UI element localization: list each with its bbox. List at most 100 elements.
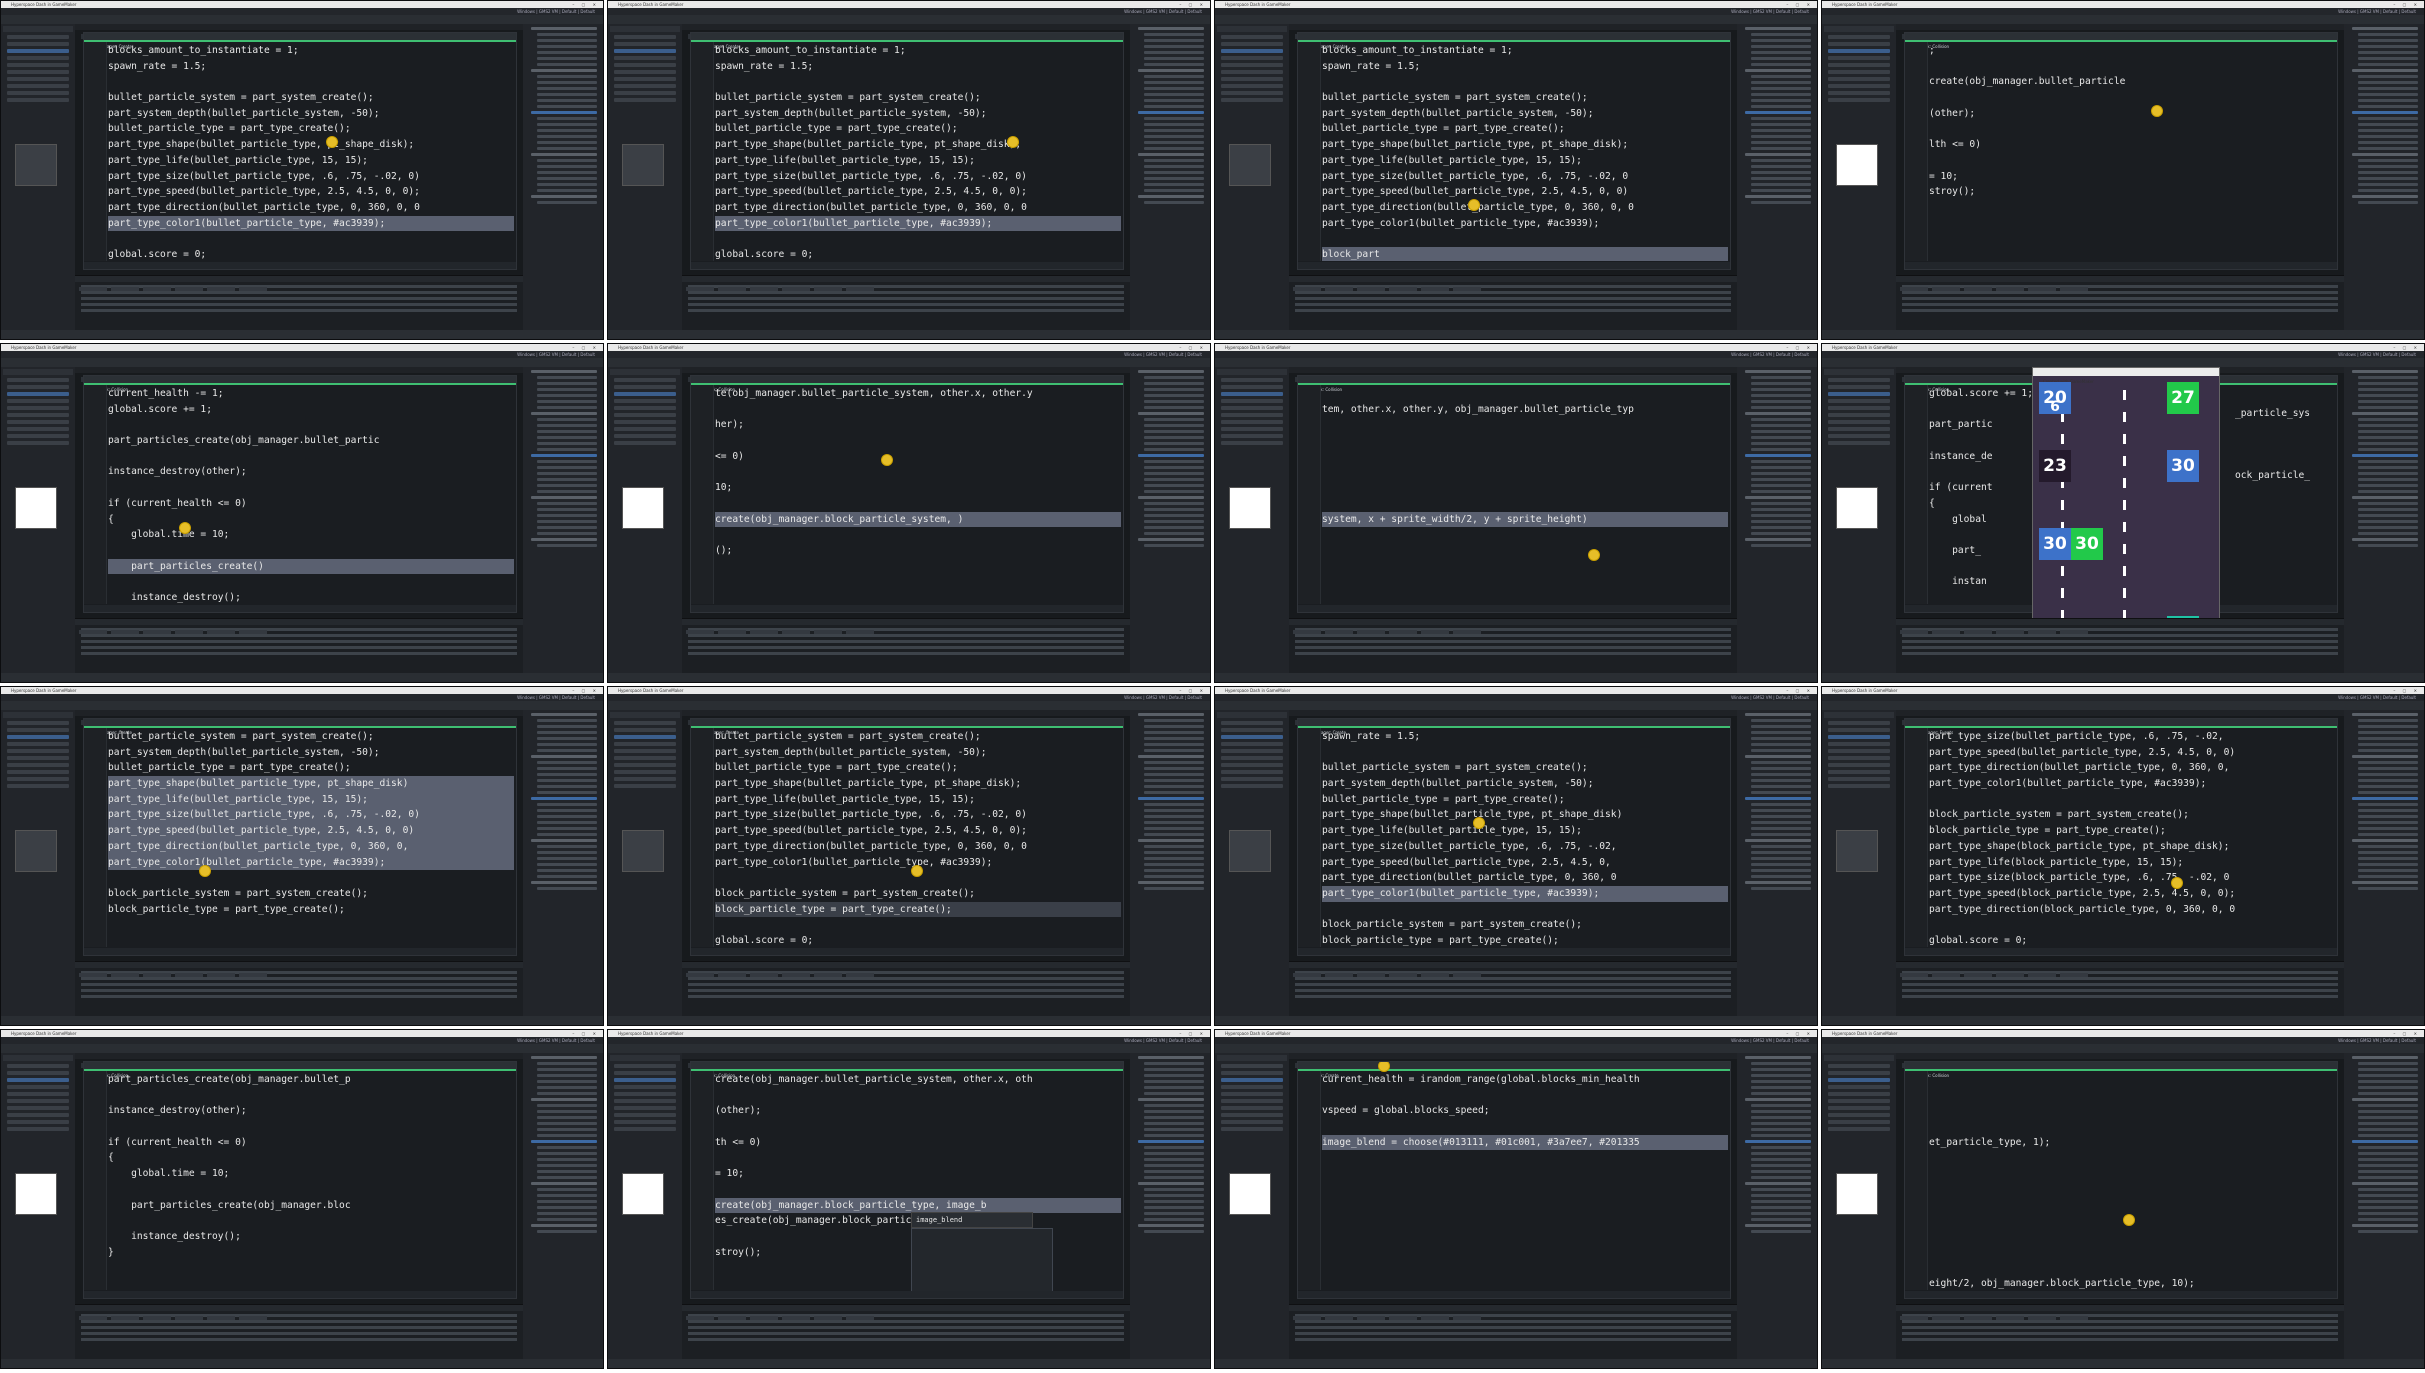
output-tab[interactable]	[1389, 630, 1417, 634]
inspector-row[interactable]	[7, 1106, 69, 1110]
asset-item[interactable]	[1144, 478, 1204, 481]
asset-item[interactable]	[1751, 165, 1811, 168]
asset-item[interactable]	[1144, 875, 1204, 878]
output-tab[interactable]	[143, 1316, 171, 1320]
inspector-row[interactable]	[1221, 378, 1283, 382]
asset-folder[interactable]	[1138, 111, 1204, 114]
asset-item[interactable]	[2358, 99, 2418, 102]
asset-folder[interactable]	[531, 1098, 597, 1101]
asset-item[interactable]	[2358, 87, 2418, 90]
asset-item[interactable]	[1751, 75, 1811, 78]
code-line[interactable]: 10stroy();	[1929, 184, 2335, 200]
inspector-row[interactable]	[614, 1078, 676, 1082]
output-tab[interactable]	[718, 1316, 746, 1320]
asset-item[interactable]	[1751, 875, 1811, 878]
code-line[interactable]: 12bullet_particle_type = part_type_creat…	[108, 121, 514, 137]
asset-item[interactable]	[1144, 544, 1204, 547]
asset-item[interactable]	[2358, 815, 2418, 818]
asset-item[interactable]	[2358, 785, 2418, 788]
asset-item[interactable]	[1751, 731, 1811, 734]
output-tab[interactable]	[782, 1316, 810, 1320]
inspector-row[interactable]	[614, 49, 676, 53]
inspector-row[interactable]	[1221, 392, 1283, 396]
code-line[interactable]: 16();	[715, 543, 1121, 559]
asset-folder[interactable]	[1138, 881, 1204, 884]
asset-item[interactable]	[1144, 779, 1204, 782]
output-tab[interactable]	[79, 630, 107, 634]
asset-item[interactable]	[2358, 1104, 2418, 1107]
asset-item[interactable]	[537, 33, 597, 36]
asset-item[interactable]	[537, 779, 597, 782]
asset-item[interactable]	[537, 424, 597, 427]
asset-folder[interactable]	[531, 454, 597, 457]
target-selector[interactable]: Windows | GMS2 VM | Default | Default	[1124, 1037, 1202, 1044]
editor-tab[interactable]: obj_block: Collision	[691, 376, 1123, 392]
asset-folder[interactable]	[2352, 195, 2418, 198]
asset-item[interactable]	[537, 875, 597, 878]
inspector-row[interactable]	[7, 1099, 69, 1103]
output-tab[interactable]	[1932, 1316, 1960, 1320]
code-line[interactable]: 19block_particle_system = part_system_cr…	[715, 886, 1121, 902]
output-tab[interactable]	[1357, 973, 1385, 977]
asset-folder[interactable]	[1745, 1182, 1811, 1185]
code-line[interactable]	[1322, 417, 1728, 433]
inspector-row[interactable]	[1828, 770, 1890, 774]
asset-folder[interactable]	[1745, 27, 1811, 30]
code-line[interactable]: 19	[1929, 792, 2335, 808]
inspector-row[interactable]	[1828, 1085, 1890, 1089]
code-line[interactable]: 19	[715, 231, 1121, 247]
asset-item[interactable]	[1751, 418, 1811, 421]
inspector-row[interactable]	[1221, 42, 1283, 46]
asset-item[interactable]	[1144, 1122, 1204, 1125]
asset-item[interactable]	[1144, 394, 1204, 397]
output-tab[interactable]	[1325, 973, 1353, 977]
output-tab[interactable]	[718, 630, 746, 634]
target-selector[interactable]: Windows | GMS2 VM | Default | Default	[1124, 351, 1202, 358]
asset-item[interactable]	[1751, 1134, 1811, 1137]
output-tab[interactable]	[1389, 973, 1417, 977]
asset-folder[interactable]	[531, 496, 597, 499]
asset-item[interactable]	[537, 514, 597, 517]
asset-folder[interactable]	[1138, 370, 1204, 373]
asset-item[interactable]	[537, 123, 597, 126]
code-line[interactable]: 21	[715, 917, 1121, 933]
code-line[interactable]: 4	[1929, 90, 2335, 106]
asset-item[interactable]	[1144, 869, 1204, 872]
asset-item[interactable]	[1144, 737, 1204, 740]
code-line[interactable]: 24part_type_size(block_particle_type, .6…	[1929, 870, 2335, 886]
window-controls-icon[interactable]: – ▢ ✕	[1179, 1031, 1206, 1036]
code-line[interactable]: 13part_type_life(bullet_particle_type, 1…	[108, 791, 514, 808]
code-line[interactable]	[1322, 74, 1728, 90]
asset-folder[interactable]	[1745, 195, 1811, 198]
code-line[interactable]: 16part_type_speed(bullet_particle_type, …	[108, 184, 514, 200]
asset-item[interactable]	[1144, 466, 1204, 469]
output-tab[interactable]	[1453, 1316, 1481, 1320]
inspector-row[interactable]	[1221, 413, 1283, 417]
asset-item[interactable]	[1144, 57, 1204, 60]
asset-item[interactable]	[1144, 418, 1204, 421]
asset-item[interactable]	[2358, 863, 2418, 866]
asset-item[interactable]	[1144, 117, 1204, 120]
inspector-row[interactable]	[614, 1099, 676, 1103]
window-controls-icon[interactable]: – ▢ ✕	[572, 345, 599, 350]
asset-item[interactable]	[2358, 45, 2418, 48]
asset-item[interactable]	[1144, 851, 1204, 854]
asset-item[interactable]	[1144, 201, 1204, 204]
asset-item[interactable]	[1751, 887, 1811, 890]
code-line[interactable]	[1929, 1245, 2335, 1261]
asset-item[interactable]	[537, 1158, 597, 1161]
target-selector[interactable]: Windows | GMS2 VM | Default | Default	[2338, 1037, 2416, 1044]
asset-item[interactable]	[1144, 1194, 1204, 1197]
asset-item[interactable]	[1751, 1188, 1811, 1191]
asset-folder[interactable]	[1138, 27, 1204, 30]
asset-item[interactable]	[1751, 1086, 1811, 1089]
asset-folder[interactable]	[1138, 755, 1204, 758]
asset-folder[interactable]	[1138, 153, 1204, 156]
asset-item[interactable]	[1751, 791, 1811, 794]
asset-item[interactable]	[537, 135, 597, 138]
asset-item[interactable]	[537, 105, 597, 108]
asset-item[interactable]	[2358, 376, 2418, 379]
inspector-row[interactable]	[1221, 91, 1283, 95]
code-line[interactable]: 11bullet_particle_type = part_type_creat…	[1322, 792, 1728, 808]
asset-folder[interactable]	[2352, 412, 2418, 415]
